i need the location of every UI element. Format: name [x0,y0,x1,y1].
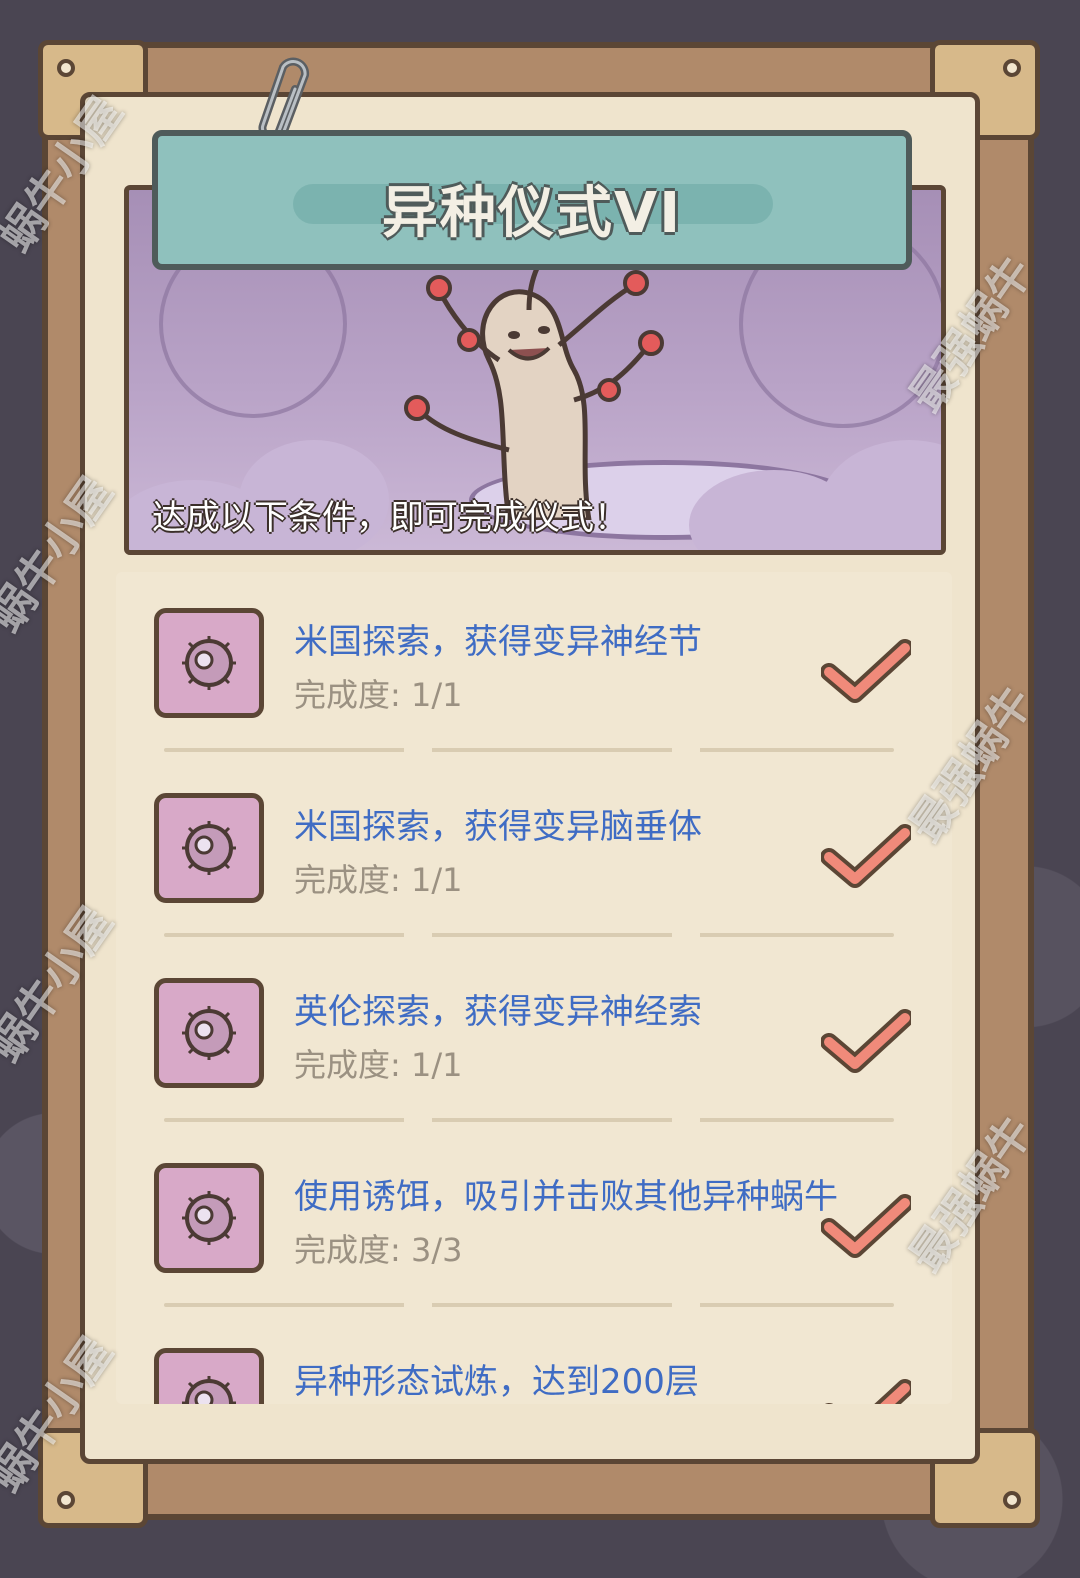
checkmark-icon [821,639,911,703]
list-item: 异种形态试炼，达到200层 [116,1312,952,1404]
bolt-icon [1003,59,1021,77]
list-item: 使用诱饵，吸引并击败其他异种蜗牛 完成度: 3/3 [116,1127,952,1312]
divider [164,933,894,937]
mutant-cell-icon [154,1163,264,1273]
page-title: 异种仪式VI [381,181,683,246]
checkmark-icon [821,824,911,888]
condition-title: 使用诱饵，吸引并击败其他异种蜗牛 [294,1177,838,1217]
divider [164,748,894,752]
condition-list[interactable]: 米国探索，获得变异神经节 完成度: 1/1 米国探索，获得变异脑垂体 完成度: … [116,572,952,1404]
mutant-cell-icon [154,978,264,1088]
condition-title: 米国探索，获得变异脑垂体 [294,807,702,847]
mutant-cell-icon [154,793,264,903]
mutant-cell-icon [154,608,264,718]
condition-title: 异种形态试炼，达到200层 [294,1362,699,1402]
bolt-icon [1003,1491,1021,1509]
bolt-icon [57,59,75,77]
divider [164,1303,894,1307]
list-item: 米国探索，获得变异神经节 完成度: 1/1 [116,572,952,757]
mutant-snail-creature-icon [404,250,664,520]
condition-title: 米国探索，获得变异神经节 [294,622,702,662]
mutant-cell-icon [154,1348,264,1404]
condition-progress: 完成度: 3/3 [294,1231,463,1269]
condition-progress: 完成度: 1/1 [294,676,463,714]
checkmark-icon [824,1379,911,1404]
bolt-icon [57,1491,75,1509]
list-item: 英伦探索，获得变异神经索 完成度: 1/1 [116,942,952,1127]
checkmark-icon [821,1009,911,1073]
condition-title: 英伦探索，获得变异神经索 [294,992,702,1032]
list-item: 米国探索，获得变异脑垂体 完成度: 1/1 [116,757,952,942]
condition-progress: 完成度: 1/1 [294,1046,463,1084]
ritual-instruction-text: 达成以下条件，即可完成仪式！ [152,498,628,538]
divider [164,1118,894,1122]
title-plate: 异种仪式VI [152,130,912,270]
condition-progress: 完成度: 1/1 [294,861,463,899]
